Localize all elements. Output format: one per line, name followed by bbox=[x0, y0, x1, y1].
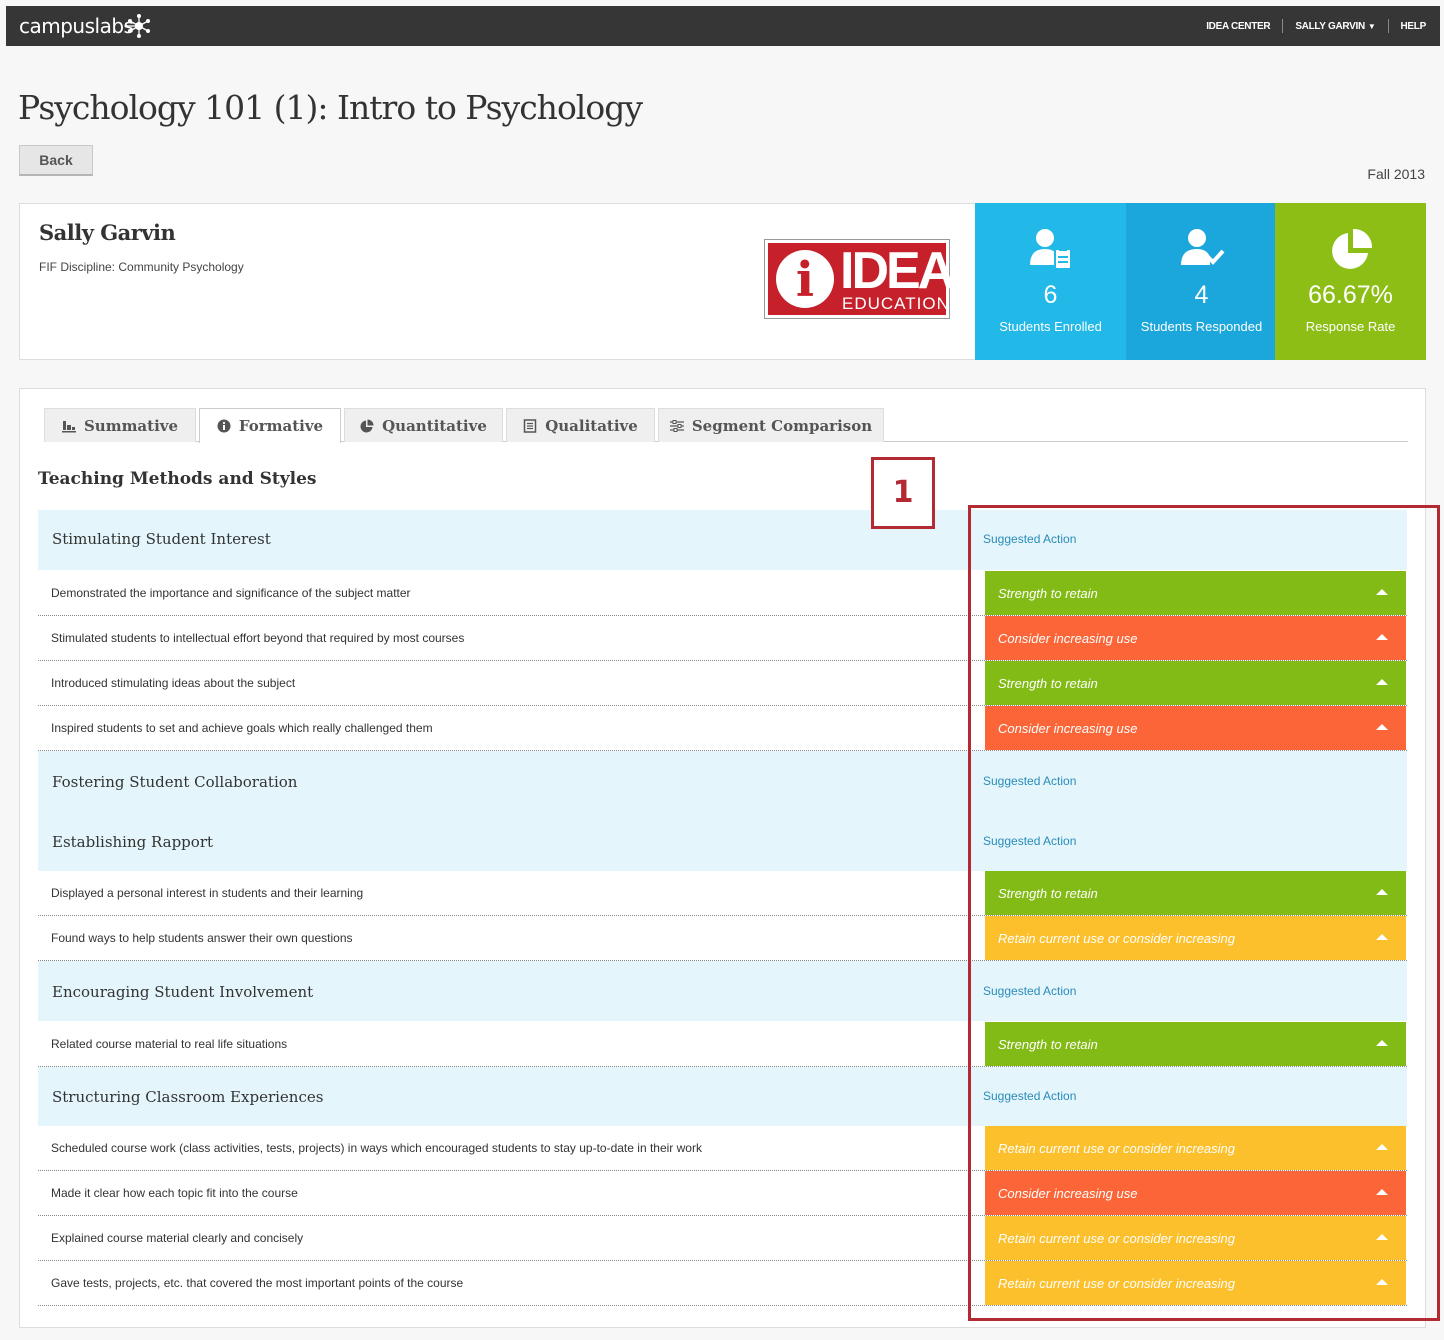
stat-value: 66.67% bbox=[1308, 281, 1393, 309]
back-button[interactable]: Back bbox=[19, 145, 93, 176]
stat-students-enrolled: 6 Students Enrolled bbox=[975, 203, 1126, 360]
item-text: Related course material to real life sit… bbox=[51, 1037, 288, 1051]
nav-help[interactable]: HELP bbox=[1401, 21, 1427, 32]
nav-divider bbox=[1387, 19, 1389, 33]
group-name: Fostering Student Collaboration bbox=[52, 773, 298, 791]
item-text: Gave tests, projects, etc. that covered … bbox=[51, 1276, 464, 1290]
stat-label: Students Enrolled bbox=[999, 319, 1102, 334]
annotation-highlight-box bbox=[968, 505, 1440, 1321]
group-name: Encouraging Student Involvement bbox=[52, 983, 314, 1001]
stat-label: Response Rate bbox=[1305, 319, 1396, 334]
tab-label: Qualitative bbox=[545, 416, 638, 435]
item-text: Introduced stimulating ideas about the s… bbox=[51, 676, 296, 690]
tab-label: Formative bbox=[238, 417, 324, 435]
stat-label: Students Responded bbox=[1140, 319, 1263, 334]
item-text: Made it clear how each topic fit into th… bbox=[51, 1186, 298, 1200]
stat-value: 6 bbox=[1043, 281, 1058, 309]
stat-value: 4 bbox=[1194, 281, 1209, 309]
logo-subtitle: EDUCATION bbox=[842, 294, 950, 313]
item-text: Inspired students to set and achieve goa… bbox=[51, 721, 433, 735]
item-text: Demonstrated the importance and signific… bbox=[51, 586, 411, 600]
info-icon: i bbox=[776, 250, 834, 308]
stat-response-rate: 66.67% Response Rate bbox=[1275, 203, 1426, 360]
document-icon bbox=[523, 418, 537, 433]
item-text: Stimulated students to intellectual effo… bbox=[51, 631, 465, 645]
tab-summative[interactable]: Summative bbox=[44, 408, 196, 442]
tab-label: Segment Comparison bbox=[691, 416, 873, 435]
tab-qualitative[interactable]: Qualitative bbox=[506, 408, 655, 442]
info-icon bbox=[217, 419, 231, 433]
tab-label: Quantitative bbox=[382, 416, 487, 435]
report-tabs: Summative Formative Quantitative Qualita… bbox=[44, 408, 1408, 443]
top-navigation-bar: campuslabs IDEA CENTER SALLY GARVIN ▼ HEL… bbox=[6, 6, 1440, 46]
brand-logo[interactable]: campuslabs bbox=[19, 14, 134, 38]
stat-students-responded: 4 Students Responded bbox=[1126, 203, 1277, 360]
item-text: Scheduled course work (class activities,… bbox=[51, 1141, 702, 1155]
bar-chart-icon bbox=[61, 420, 76, 432]
instructor-name: Sally Garvin bbox=[39, 220, 176, 245]
tab-label: Summative bbox=[83, 416, 179, 435]
idea-education-logo: i IDEA EDUCATION bbox=[764, 239, 955, 319]
tab-segment-comparison[interactable]: Segment Comparison bbox=[658, 408, 884, 442]
nav-user-menu[interactable]: SALLY GARVIN ▼ bbox=[1295, 21, 1375, 32]
annotation-number: 1 bbox=[871, 457, 935, 529]
section-title: Teaching Methods and Styles bbox=[38, 469, 317, 489]
pie-chart-icon bbox=[360, 419, 374, 432]
item-text: Displayed a personal interest in student… bbox=[51, 886, 364, 900]
logo-word: IDEA bbox=[840, 242, 955, 300]
discipline-label: FIF Discipline: Community Psychology bbox=[39, 260, 244, 274]
tab-quantitative[interactable]: Quantitative bbox=[344, 408, 503, 442]
responded-students-icon bbox=[1180, 229, 1224, 265]
item-text: Explained course material clearly and co… bbox=[51, 1231, 304, 1245]
pie-chart-icon bbox=[1331, 228, 1372, 269]
term-label: Fall 2013 bbox=[1367, 166, 1425, 182]
nav-idea-center[interactable]: IDEA CENTER bbox=[1206, 21, 1270, 32]
group-name: Structuring Classroom Experiences bbox=[52, 1088, 324, 1106]
sliders-icon bbox=[669, 419, 684, 432]
enrolled-students-icon bbox=[1029, 229, 1072, 270]
caret-down-icon: ▼ bbox=[1367, 21, 1376, 31]
user-name: SALLY GARVIN bbox=[1295, 20, 1365, 32]
network-icon bbox=[124, 14, 150, 38]
item-text: Found ways to help students answer their… bbox=[51, 931, 353, 945]
group-name: Establishing Rapport bbox=[52, 833, 214, 851]
top-nav-links: IDEA CENTER SALLY GARVIN ▼ HELP bbox=[1206, 19, 1426, 33]
page-title: Psychology 101 (1): Intro to Psychology bbox=[18, 88, 643, 127]
group-name: Stimulating Student Interest bbox=[52, 530, 271, 548]
tab-formative[interactable]: Formative bbox=[199, 408, 341, 443]
nav-divider bbox=[1282, 19, 1284, 33]
